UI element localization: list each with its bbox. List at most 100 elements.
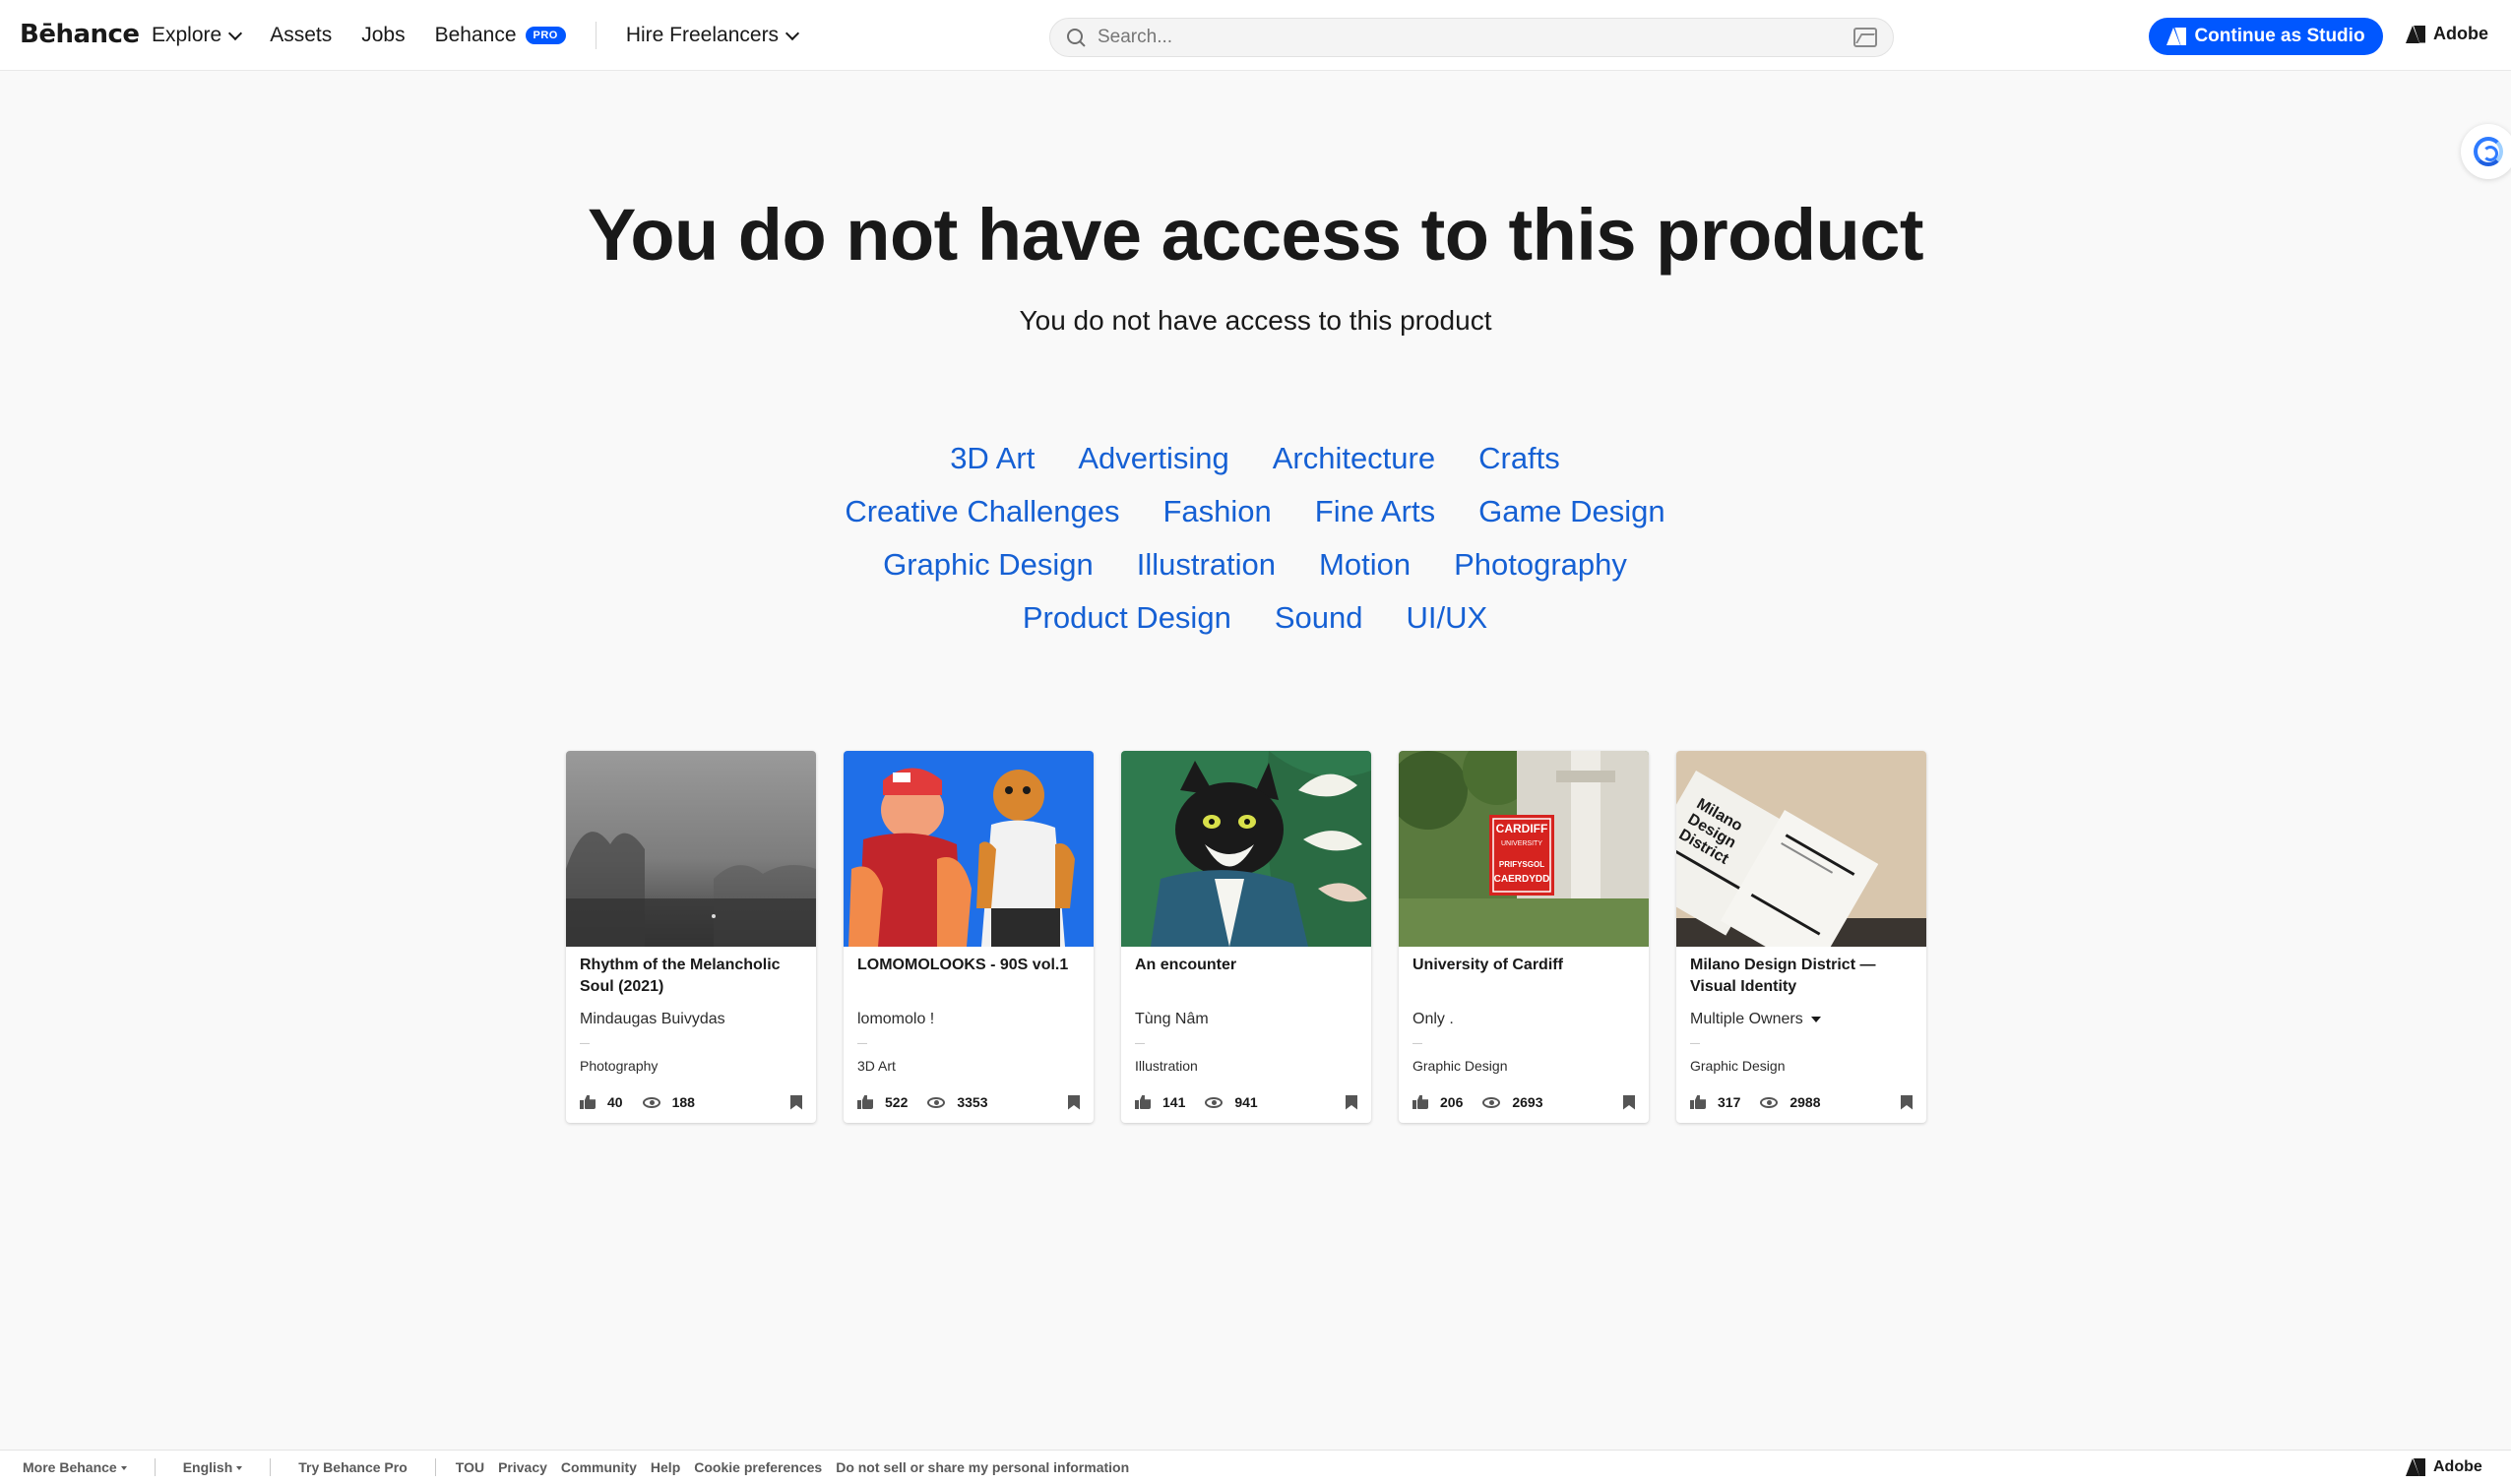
behance-logo[interactable]: Bēhance <box>20 20 140 49</box>
appreciate-icon <box>1412 1095 1428 1109</box>
project-title[interactable]: Rhythm of the Melancholic Soul (2021) <box>580 955 802 998</box>
continue-as-studio-label: Continue as Studio <box>2194 26 2365 46</box>
category-ui-ux[interactable]: UI/UX <box>1406 600 1487 636</box>
project-owner[interactable]: Mindaugas Buivydas <box>580 1011 725 1028</box>
nav-hire-label: Hire Freelancers <box>625 24 780 46</box>
project-owner[interactable]: Tùng Nâm <box>1135 1011 1209 1028</box>
category-sound[interactable]: Sound <box>1275 600 1363 636</box>
project-card[interactable]: LOMOMOLOOKS - 90S vol.1 lomomolo ! — 3D … <box>844 751 1094 1123</box>
category-links: 3D Art Advertising Architecture Crafts C… <box>689 441 1821 653</box>
eye-icon <box>642 1096 660 1108</box>
assistant-widget-button[interactable] <box>2461 124 2511 179</box>
project-owner[interactable]: Only . <box>1412 1011 1454 1028</box>
category-photography[interactable]: Photography <box>1454 547 1627 583</box>
project-stats: 317 2988 <box>1690 1094 1913 1110</box>
footer-more-behance[interactable]: More Behance <box>23 1459 127 1475</box>
footer-adobe-label: Adobe <box>2433 1458 2482 1475</box>
bookmark-icon[interactable] <box>790 1094 802 1110</box>
cardiff-sign-line: PRIFYSGOL <box>1499 860 1544 869</box>
project-stats: 141 941 <box>1135 1094 1357 1110</box>
category-row: Product Design Sound UI/UX <box>689 600 1821 636</box>
project-thumbnail[interactable]: CARDIFF UNIVERSITY PRIFYSGOL CAERDYDD <box>1399 751 1649 947</box>
image-search-icon[interactable] <box>1853 28 1877 47</box>
project-title[interactable]: Milano Design District — Visual Identity <box>1690 955 1913 998</box>
chevron-down-icon <box>785 26 800 40</box>
search-input[interactable] <box>1098 27 1853 48</box>
footer-more-label: More Behance <box>23 1459 117 1475</box>
project-card[interactable]: Rhythm of the Melancholic Soul (2021) Mi… <box>566 751 816 1123</box>
nav-explore[interactable]: Explore <box>152 24 243 47</box>
category-fine-arts[interactable]: Fine Arts <box>1315 494 1435 529</box>
caret-down-icon <box>236 1466 243 1471</box>
category-fashion[interactable]: Fashion <box>1163 494 1272 529</box>
project-thumbnail[interactable] <box>566 751 816 947</box>
project-field[interactable]: 3D Art <box>857 1058 896 1074</box>
bookmark-icon[interactable] <box>1901 1094 1913 1110</box>
category-game-design[interactable]: Game Design <box>1478 494 1665 529</box>
bookmark-icon[interactable] <box>1346 1094 1357 1110</box>
footer-community[interactable]: Community <box>561 1459 637 1475</box>
nav-behance-pro[interactable]: Behance PRO <box>435 24 566 47</box>
footer-cookie-preferences[interactable]: Cookie preferences <box>694 1459 822 1475</box>
project-stats: 522 3353 <box>857 1094 1080 1110</box>
category-illustration[interactable]: Illustration <box>1137 547 1276 583</box>
project-field[interactable]: Graphic Design <box>1690 1058 1786 1074</box>
project-card[interactable]: CARDIFF UNIVERSITY PRIFYSGOL CAERDYDD Un… <box>1399 751 1649 1123</box>
category-row: Graphic Design Illustration Motion Photo… <box>689 547 1821 583</box>
university-building-image: CARDIFF UNIVERSITY PRIFYSGOL CAERDYDD <box>1399 751 1649 947</box>
footer-adobe-link[interactable]: Adobe <box>2406 1458 2482 1476</box>
caret-down-icon <box>1810 1017 1821 1022</box>
view-count: 2693 <box>1512 1094 1543 1110</box>
footer-help[interactable]: Help <box>651 1459 680 1475</box>
card-divider: — <box>857 1038 867 1049</box>
project-thumbnail[interactable] <box>1121 751 1371 947</box>
footer-try-pro[interactable]: Try Behance Pro <box>298 1459 408 1475</box>
category-motion[interactable]: Motion <box>1319 547 1411 583</box>
project-title[interactable]: An encounter <box>1135 955 1357 976</box>
project-card[interactable]: Milano Design District Milano Design Dis… <box>1676 751 1926 1123</box>
footer: More Behance English Try Behance Pro TOU… <box>0 1450 2511 1484</box>
eye-icon <box>1205 1096 1224 1108</box>
bookmark-icon[interactable] <box>1623 1094 1635 1110</box>
nav-assets[interactable]: Assets <box>270 24 332 47</box>
swirl-icon <box>2474 137 2503 166</box>
project-title[interactable]: LOMOMOLOOKS - 90S vol.1 <box>857 955 1080 976</box>
nav-jobs[interactable]: Jobs <box>361 24 405 47</box>
footer-privacy[interactable]: Privacy <box>498 1459 547 1475</box>
view-count: 2988 <box>1789 1094 1821 1110</box>
bookmark-icon[interactable] <box>1068 1094 1080 1110</box>
page-subtitle: You do not have access to this product <box>1019 305 1492 336</box>
project-owner[interactable]: lomomolo ! <box>857 1011 934 1028</box>
category-graphic-design[interactable]: Graphic Design <box>883 547 1094 583</box>
adobe-icon <box>2406 1458 2425 1476</box>
page-title: You do not have access to this product <box>587 194 1924 276</box>
project-field[interactable]: Illustration <box>1135 1058 1198 1074</box>
project-field[interactable]: Photography <box>580 1058 658 1074</box>
category-product-design[interactable]: Product Design <box>1023 600 1231 636</box>
project-card[interactable]: An encounter Tùng Nâm — Illustration 141… <box>1121 751 1371 1123</box>
search-bar[interactable] <box>1049 18 1894 57</box>
nav-explore-label: Explore <box>152 24 222 46</box>
appreciate-icon <box>857 1095 873 1109</box>
continue-as-studio-button[interactable]: Continue as Studio <box>2149 18 2383 55</box>
project-thumbnail[interactable]: Milano Design District <box>1676 751 1926 947</box>
footer-do-not-sell[interactable]: Do not sell or share my personal informa… <box>836 1459 1129 1475</box>
card-divider: — <box>1412 1038 1422 1049</box>
visual-identity-image: Milano Design District <box>1676 751 1926 947</box>
project-thumbnail[interactable] <box>844 751 1094 947</box>
footer-tou[interactable]: TOU <box>456 1459 484 1475</box>
adobe-link[interactable]: Adobe <box>2406 24 2488 44</box>
category-3d-art[interactable]: 3D Art <box>950 441 1035 476</box>
owner-name: lomomolo ! <box>857 1011 935 1027</box>
category-creative-challenges[interactable]: Creative Challenges <box>845 494 1119 529</box>
category-crafts[interactable]: Crafts <box>1478 441 1560 476</box>
project-field[interactable]: Graphic Design <box>1412 1058 1508 1074</box>
category-architecture[interactable]: Architecture <box>1273 441 1435 476</box>
footer-divider <box>270 1458 272 1476</box>
footer-language[interactable]: English <box>183 1459 243 1475</box>
owner-name: Tùng Nâm <box>1135 1011 1209 1027</box>
project-title[interactable]: University of Cardiff <box>1412 955 1635 976</box>
nav-hire-freelancers[interactable]: Hire Freelancers <box>625 24 800 47</box>
project-owner-dropdown[interactable]: Multiple Owners <box>1690 1011 1821 1028</box>
category-advertising[interactable]: Advertising <box>1078 441 1228 476</box>
